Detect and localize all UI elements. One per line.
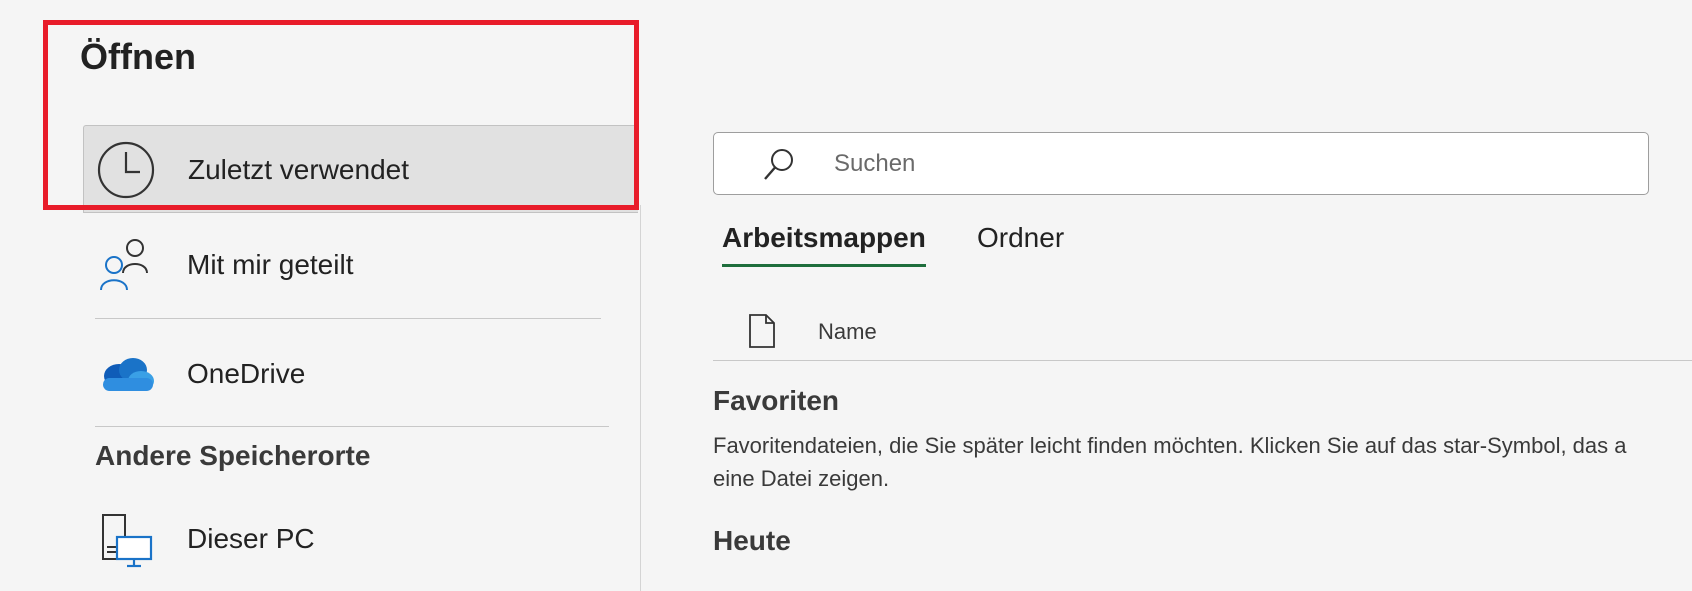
nav-divider: [95, 426, 609, 427]
search-field[interactable]: [713, 132, 1649, 195]
computer-icon: [102, 514, 153, 568]
open-backstage-view: Öffnen Zuletzt verwendet Mit mir geteilt: [0, 0, 1692, 591]
nav-item-label: OneDrive: [187, 358, 306, 389]
search-input[interactable]: [834, 145, 1614, 183]
nav-divider: [95, 318, 601, 319]
nav-item-onedrive[interactable]: OneDrive: [83, 330, 638, 418]
tab-workbooks[interactable]: Arbeitsmappen: [722, 222, 926, 270]
tab-label: Arbeitsmappen: [722, 222, 926, 253]
people-icon: [100, 239, 148, 291]
favorites-description: Favoritendateien, die Sie später leicht …: [713, 429, 1627, 495]
onedrive-cloud-icon: [103, 358, 154, 391]
pane-divider: [640, 205, 641, 591]
nav-item-label: Mit mir geteilt: [187, 249, 354, 280]
clock-icon: [97, 141, 155, 199]
nav-item-shared-with-me[interactable]: Mit mir geteilt: [83, 221, 638, 309]
nav-item-recent[interactable]: Zuletzt verwendet: [83, 125, 638, 213]
active-tab-indicator: [722, 264, 926, 267]
other-locations-heading: Andere Speicherorte: [95, 440, 371, 471]
nav-item-this-pc[interactable]: Dieser PC: [83, 495, 638, 583]
favorites-description-line: Favoritendateien, die Sie später leicht …: [713, 433, 1627, 458]
tab-label: Ordner: [977, 222, 1065, 253]
open-navigation-pane: Öffnen Zuletzt verwendet Mit mir geteilt: [0, 0, 640, 591]
today-heading: Heute: [713, 525, 791, 556]
favorites-heading: Favoriten: [713, 385, 840, 416]
document-icon: [749, 314, 775, 348]
file-list-header: Name: [713, 305, 1692, 361]
favorites-description-line: eine Datei zeigen.: [713, 466, 890, 491]
search-icon: [764, 149, 793, 180]
page-title: Öffnen: [80, 36, 196, 77]
header-divider: [713, 360, 1692, 361]
nav-item-label: Zuletzt verwendet: [188, 154, 409, 185]
column-header-name[interactable]: Name: [818, 319, 877, 345]
tab-folders[interactable]: Ordner: [977, 222, 1064, 270]
nav-item-label: Dieser PC: [187, 523, 315, 554]
